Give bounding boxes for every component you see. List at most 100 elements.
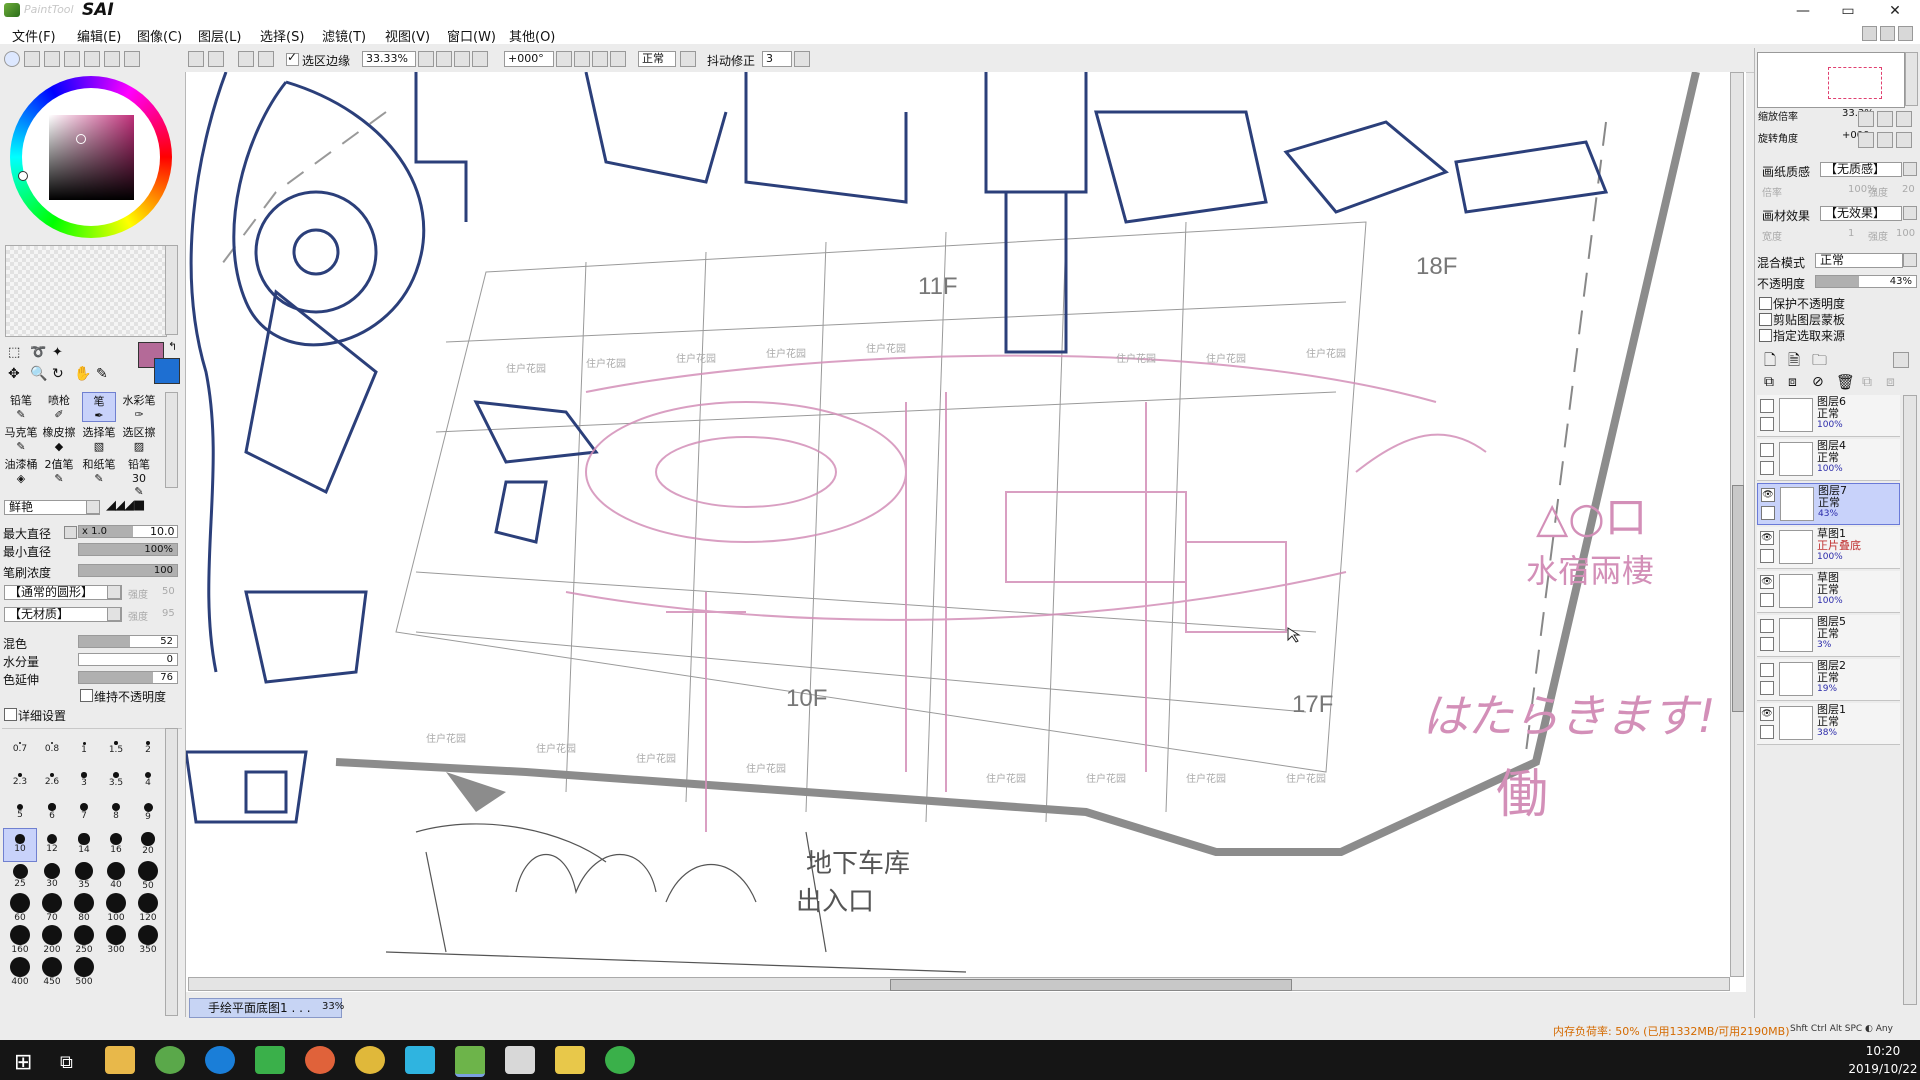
notepad-icon[interactable] (555, 1046, 585, 1074)
wechat-icon[interactable] (605, 1046, 635, 1074)
firefox-icon[interactable] (305, 1046, 335, 1074)
color-slider-toggle-icon[interactable] (24, 51, 40, 67)
menu-select[interactable]: 选择(S) (260, 26, 304, 45)
brush-size-preset[interactable]: 6 (36, 797, 68, 829)
protect-opacity-checkbox[interactable] (1759, 297, 1772, 310)
brush-shape-field[interactable]: 【通常的圆形】 (4, 585, 122, 600)
clear-layer-icon[interactable]: ⊘ (1812, 374, 1824, 390)
brush-size-preset[interactable]: 400 (4, 957, 36, 989)
navigator-viewport[interactable] (1828, 67, 1882, 99)
water-slider[interactable]: 0 (78, 653, 178, 666)
layer-visibility-toggle[interactable]: 👁 (1760, 575, 1774, 589)
paper-texture-dropdown-icon[interactable] (1903, 162, 1917, 176)
delete-layer-icon[interactable]: 🗑 (1836, 373, 1855, 391)
magic-wand-icon[interactable]: ✦ (52, 345, 63, 360)
nav-rotate-reset-icon[interactable] (1896, 132, 1912, 148)
layer-lock-toggle[interactable] (1761, 506, 1775, 520)
zoom-in-icon[interactable] (454, 51, 470, 67)
stabilizer-field[interactable]: 3 (762, 51, 792, 67)
canvas-horizontal-thumb[interactable] (890, 979, 1292, 991)
zoom-reset-icon[interactable] (472, 51, 488, 67)
task-view-icon[interactable]: ⧉ (60, 1052, 73, 1073)
move-to-canvas-icon[interactable]: ⧉ (1862, 374, 1872, 390)
brush-size-preset[interactable]: 0.7 (4, 733, 36, 765)
pattern-toggle-icon[interactable] (124, 51, 140, 67)
maximize-button[interactable]: ▭ (1825, 0, 1871, 22)
density-slider[interactable]: 100 (78, 564, 178, 577)
tool-airbrush[interactable]: 喷枪 ✐ (42, 392, 76, 422)
swatch-toggle-icon[interactable] (64, 51, 80, 67)
rect-select-icon[interactable]: ⬚ (8, 345, 20, 360)
brush-size-preset[interactable]: 30 (36, 861, 68, 893)
brush-size-preset[interactable]: 16 (100, 829, 132, 861)
edge-mode-dropdown-icon[interactable] (86, 500, 100, 514)
layer-visibility-toggle[interactable]: 👁 (1761, 488, 1775, 502)
brush-size-preset[interactable]: 120 (132, 893, 164, 925)
layer-lock-toggle[interactable] (1760, 637, 1774, 651)
brush-size-preset[interactable]: 12 (36, 829, 68, 861)
brush-size-preset[interactable]: 80 (68, 893, 100, 925)
layer-blend-field[interactable]: 正常 (1815, 253, 1903, 268)
brush-size-preset[interactable]: 50 (132, 861, 164, 893)
close-button[interactable]: ✕ (1872, 0, 1918, 22)
tool-select-pen[interactable]: 选择笔 ▧ (82, 424, 116, 454)
layer-row[interactable]: 图层2 正常 19% (1757, 659, 1900, 701)
rotate-reset-icon[interactable] (592, 51, 608, 67)
layer-blend-dropdown-icon[interactable] (1903, 253, 1917, 267)
brush-size-preset[interactable]: 8 (100, 797, 132, 829)
keep-opacity-checkbox[interactable] (80, 689, 93, 702)
brush-size-preset[interactable]: 1.5 (100, 733, 132, 765)
brush-size-preset[interactable]: 2.6 (36, 765, 68, 797)
menu-image[interactable]: 图像(C) (137, 26, 182, 45)
layer-row[interactable]: 图层4 正常 100% (1757, 439, 1900, 481)
brush-size-preset[interactable]: 20 (132, 829, 164, 861)
rotation-field[interactable]: +000° (504, 51, 554, 67)
blend-dropdown-icon[interactable] (680, 51, 696, 67)
navigator-preview[interactable] (1757, 52, 1905, 108)
paper-effect-dropdown-icon[interactable] (1903, 206, 1917, 220)
brush-size-preset[interactable]: 3.5 (100, 765, 132, 797)
min-size-slider[interactable]: 100% (78, 543, 178, 556)
layer-panel-menu-icon[interactable] (1893, 352, 1909, 368)
layer-lock-toggle[interactable] (1760, 681, 1774, 695)
windows-start-icon[interactable]: ⊞ (14, 1050, 32, 1075)
brush-size-preset[interactable]: 7 (68, 797, 100, 829)
hand-tool-icon[interactable]: ✋ (74, 366, 91, 382)
tool-bucket[interactable]: 油漆桶 ◈ (4, 456, 38, 486)
brush-size-preset[interactable]: 100 (100, 893, 132, 925)
chrome-icon[interactable] (355, 1046, 385, 1074)
brush-size-preset[interactable]: 9 (132, 797, 164, 829)
nav-rotate-right-icon[interactable] (1877, 132, 1893, 148)
layer-visibility-toggle[interactable] (1760, 443, 1774, 457)
minimize-button[interactable]: — (1780, 0, 1826, 22)
merge-visible-icon[interactable]: ⧈ (1886, 374, 1895, 390)
clock-time[interactable]: 10:20 (1848, 1044, 1918, 1058)
tool-select-eraser[interactable]: 选区擦 ▨ (122, 424, 156, 454)
brush-size-preset[interactable]: 10 (3, 828, 37, 862)
secondary-color-swatch[interactable] (154, 358, 180, 384)
zoom-dropdown-icon[interactable] (418, 51, 434, 67)
layer-row[interactable]: 图层6 正常 100% (1757, 395, 1900, 437)
lasso-select-icon[interactable]: ➰ (30, 345, 46, 360)
video-player-icon[interactable] (505, 1046, 535, 1074)
tool-pencil[interactable]: 铅笔 ✎ (4, 392, 38, 422)
canvas[interactable]: 11F 18F 10F 17F 地下车库 出入口 △○口 水宿兩棲 はたらきます… (186, 72, 1746, 992)
browser-360-icon[interactable] (155, 1046, 185, 1074)
tool-binary-pen[interactable]: 2值笔 ✎ (42, 456, 76, 486)
brush-size-preset[interactable]: 250 (68, 925, 100, 957)
persist-slider[interactable]: 76 (78, 671, 178, 684)
brush-size-preset[interactable]: 300 (100, 925, 132, 957)
tool-marker[interactable]: 马克笔 ✎ (4, 424, 38, 454)
scratchpad-toggle-icon[interactable] (104, 51, 120, 67)
new-folder-icon[interactable]: 🗀 (1812, 350, 1827, 375)
menu-other[interactable]: 其他(O) (509, 26, 555, 45)
paper-texture-field[interactable]: 【无质感】 (1820, 162, 1902, 177)
nav-zoom-in-icon[interactable] (1877, 111, 1893, 127)
zoom-field[interactable]: 33.33% (362, 51, 416, 67)
brush-size-preset[interactable]: 350 (132, 925, 164, 957)
layer-lock-toggle[interactable] (1760, 593, 1774, 607)
tool-eraser[interactable]: 橡皮擦 ◆ (42, 424, 76, 454)
menu-file[interactable]: 文件(F) (12, 26, 56, 45)
brush-texture-dropdown-icon[interactable] (107, 607, 121, 621)
tool-watercolor[interactable]: 水彩笔 ✑ (122, 392, 156, 422)
